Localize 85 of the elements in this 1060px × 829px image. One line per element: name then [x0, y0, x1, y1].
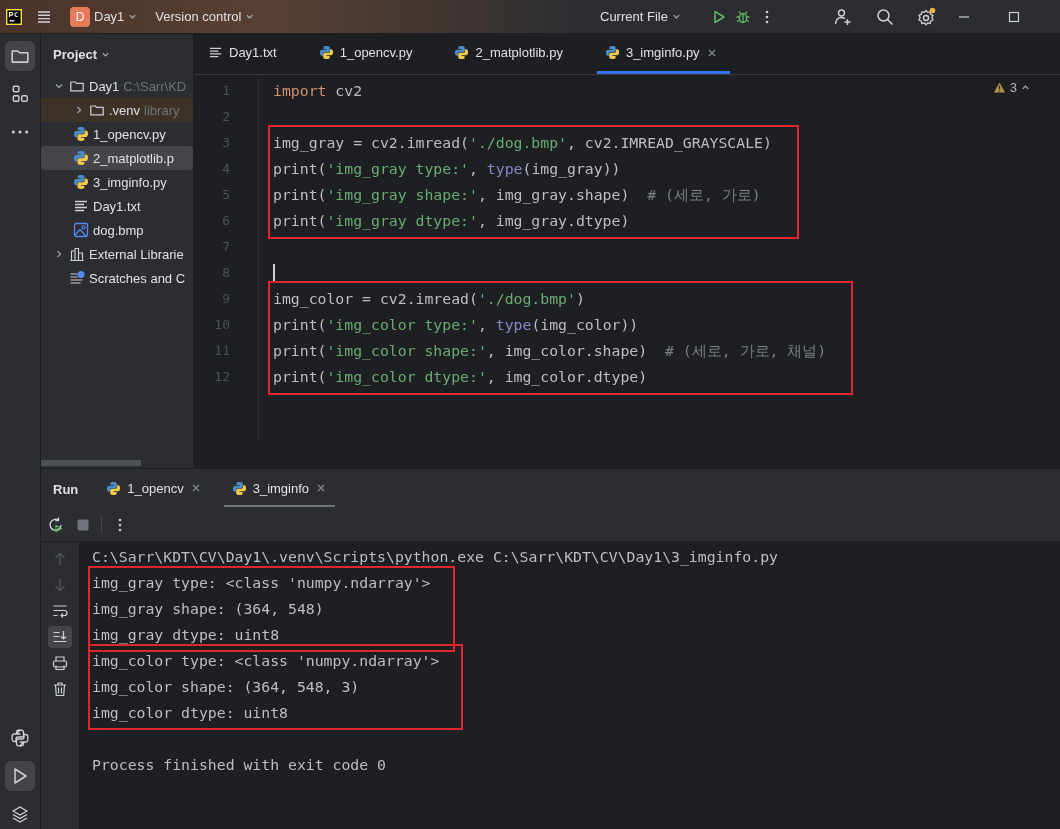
code-line: print('img_gray type:', type(img_gray)) — [273, 159, 621, 180]
editor-tab[interactable]: 2_matplotlib.py — [446, 34, 575, 74]
tree-label: 1_opencv.py — [93, 126, 166, 142]
library-icon — [69, 246, 85, 262]
caret-up-icon — [1021, 83, 1030, 92]
project-badge: D — [70, 6, 90, 27]
path-hint: C:\Sarr\KD — [123, 78, 187, 94]
tree-item[interactable]: 3_imginfo.py — [41, 170, 193, 194]
console-line: img_gray dtype: uint8 — [92, 625, 281, 646]
console-line: img_color dtype: uint8 — [92, 703, 289, 724]
code-line: img_color = cv2.imread('./dog.bmp') — [273, 289, 585, 310]
console-line: Process finished with exit code 0 — [92, 755, 387, 775]
python-icon — [73, 126, 89, 142]
stop-icon[interactable] — [75, 517, 91, 533]
run-config-dropdown[interactable]: Current File — [596, 7, 685, 26]
path-hint: library — [144, 102, 180, 118]
python-icon — [73, 174, 89, 190]
python-icon — [318, 45, 334, 60]
scrollbar-thumb[interactable] — [41, 460, 141, 466]
code-line: img_gray = cv2.imread('./dog.bmp', cv2.IMREAD_GRAYSCALE) — [273, 133, 772, 154]
debug-icon[interactable] — [734, 8, 751, 25]
python-icon — [106, 480, 122, 496]
text-file-icon — [208, 45, 223, 60]
settings-icon[interactable] — [916, 6, 937, 27]
tree-item[interactable]: .venv library — [41, 98, 193, 122]
add-user-icon[interactable] — [833, 7, 852, 26]
tree-item[interactable]: External Librarie — [41, 242, 193, 266]
panel-title: Run — [53, 481, 79, 497]
tree-label: .venv — [109, 102, 141, 118]
python-icon — [454, 45, 470, 60]
code-line: print('img_color dtype:', img_color.dtype) — [273, 367, 648, 388]
folder-icon — [69, 78, 85, 94]
text-file-icon — [73, 198, 89, 214]
rerun-icon[interactable] — [47, 516, 65, 534]
editor-tab[interactable]: Day1.txt — [200, 34, 289, 74]
maximize-icon[interactable] — [1006, 9, 1021, 24]
print-icon[interactable] — [52, 655, 68, 671]
vcs-dropdown[interactable]: Version control — [151, 7, 259, 26]
tree-label: 2_matplotlib.p — [93, 150, 174, 166]
code-line: print('img_color type:', type(img_color)) — [273, 315, 639, 336]
warning-icon — [992, 81, 1006, 94]
text-cursor — [273, 264, 275, 282]
tree-label: Day1.txt — [93, 198, 141, 214]
image-file-icon — [73, 222, 89, 238]
caret-icon — [128, 12, 138, 21]
tree-label: External Librarie — [89, 246, 184, 262]
search-icon[interactable] — [875, 7, 894, 26]
run-tab[interactable]: 1_opencv — [98, 471, 210, 507]
caret-icon — [671, 12, 681, 21]
editor-tab[interactable]: 1_opencv.py — [310, 34, 425, 74]
tree-label: 3_imginfo.py — [93, 174, 167, 190]
python-icon — [604, 45, 620, 60]
code-line: print('img_color shape:', img_color.shape) # (세로, 가로, 채널) — [273, 341, 827, 362]
warning-count[interactable]: 3 — [1009, 80, 1017, 95]
caret-icon — [245, 12, 255, 21]
tree-label: dog.bmp — [93, 222, 144, 238]
console-line: img_gray type: <class 'numpy.ndarray'> — [92, 573, 431, 594]
project-name: Day1 — [94, 9, 125, 24]
tree-item[interactable]: 1_opencv.py — [41, 122, 193, 146]
console-line: C:\Sarr\KDT\CV\Day1\.venv\Scripts\python.exe C:\Sarr\KDT\CV\Day1\3_imginfo.py — [92, 547, 779, 568]
scratch-icon — [69, 270, 85, 286]
panel-title-text: Project — [53, 46, 98, 62]
tree-label: Scratches and C — [89, 270, 186, 286]
tree-item[interactable]: Day1 C:\Sarr\KD — [41, 74, 193, 98]
trash-icon[interactable] — [52, 681, 68, 697]
console-line: img_color type: <class 'numpy.ndarray'> — [92, 651, 440, 672]
folder-icon — [89, 102, 105, 118]
code-line: import cv2 — [273, 81, 363, 101]
code-line: print('img_gray dtype:', img_gray.dtype) — [273, 211, 630, 232]
soft-wrap-icon[interactable] — [52, 603, 68, 619]
project-switcher[interactable]: D Day1 — [66, 4, 142, 29]
console-line: img_gray shape: (364, 548) — [92, 599, 325, 620]
tree-label: Day1 — [89, 78, 120, 94]
python-icon — [73, 150, 89, 166]
code-line: print('img_gray shape:', img_gray.shape) # (세로, 가로) — [273, 185, 761, 206]
editor-tab[interactable]: 3_imginfo.py — [596, 34, 730, 74]
python-icon — [231, 480, 247, 496]
tree-item[interactable]: Scratches and C — [41, 266, 193, 290]
menu-icon — [36, 8, 52, 25]
console-line: img_color shape: (364, 548, 3) — [92, 677, 361, 698]
app-logo-icon — [6, 8, 22, 25]
tree-item[interactable]: Day1.txt — [41, 194, 193, 218]
tree-item[interactable]: 2_matplotlib.p — [41, 146, 193, 170]
run-tab[interactable]: 3_imginfo — [223, 471, 336, 507]
tree-item[interactable]: dog.bmp — [41, 218, 193, 242]
